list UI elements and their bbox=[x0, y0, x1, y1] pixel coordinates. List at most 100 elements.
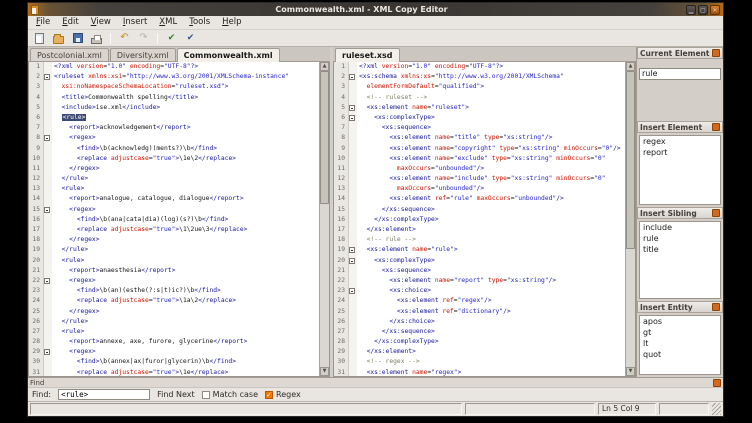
code-line[interactable]: 11 maxOccurs="unbounded"/> bbox=[334, 164, 625, 174]
fold-margin[interactable] bbox=[349, 245, 357, 255]
fold-collapse-icon[interactable] bbox=[349, 288, 355, 294]
code-line[interactable]: 27 </xs:sequence> bbox=[334, 327, 625, 337]
code-line[interactable]: 5 <include>ise.xml</include> bbox=[29, 103, 319, 113]
match-case-checkbox[interactable]: Match case bbox=[202, 390, 258, 399]
right-vertical-scrollbar[interactable]: ▲ ▼ bbox=[625, 62, 635, 376]
code-line[interactable]: 21 <xs:sequence> bbox=[334, 266, 625, 276]
code-line[interactable]: 12 <xs:element name="include" type="xs:s… bbox=[334, 174, 625, 184]
right-editor[interactable]: 1<?xml version="1.0" encoding="UTF-8"?>2… bbox=[333, 62, 636, 377]
fold-collapse-icon[interactable] bbox=[349, 247, 355, 253]
undo-button[interactable]: ↶ bbox=[116, 31, 133, 46]
fold-collapse-icon[interactable] bbox=[349, 115, 355, 121]
list-item[interactable]: title bbox=[640, 244, 720, 255]
menu-file[interactable]: File bbox=[30, 16, 56, 29]
code-line[interactable]: 2<ruleset xmlns:xsi="http://www.w3.org/2… bbox=[29, 72, 319, 82]
scroll-up-icon[interactable]: ▲ bbox=[320, 62, 329, 71]
fold-margin[interactable] bbox=[44, 72, 52, 82]
maximize-button[interactable]: ▢ bbox=[698, 5, 708, 15]
code-line[interactable]: 29 </xs:element> bbox=[334, 347, 625, 357]
code-line[interactable]: 1<?xml version="1.0" encoding="UTF-8"?> bbox=[29, 62, 319, 72]
code-line[interactable]: 18 <!-- rule --> bbox=[334, 235, 625, 245]
code-line[interactable]: 16 </xs:complexType> bbox=[334, 215, 625, 225]
code-line[interactable]: 29 <regex> bbox=[29, 347, 319, 357]
fold-collapse-icon[interactable] bbox=[44, 278, 50, 284]
code-line[interactable]: 9 <xs:element name="copyright" type="xs:… bbox=[334, 144, 625, 154]
code-line[interactable]: 10 <replace adjustcase="true">\1e\2</rep… bbox=[29, 154, 319, 164]
code-line[interactable]: 27 <rule> bbox=[29, 327, 319, 337]
code-line[interactable]: 4 <!-- ruleset --> bbox=[334, 93, 625, 103]
open-button[interactable] bbox=[50, 31, 67, 46]
code-line[interactable]: 2<xs:schema xmlns:xs="http://www.w3.org/… bbox=[334, 72, 625, 82]
menu-insert[interactable]: Insert bbox=[117, 16, 153, 29]
print-button[interactable] bbox=[88, 31, 105, 46]
code-line[interactable]: 20 <xs:complexType> bbox=[334, 256, 625, 266]
tab-diversity-xml[interactable]: Diversity.xml bbox=[110, 48, 176, 61]
code-line[interactable]: 9 <find>\b(acknowledg)(ments?)\b</find> bbox=[29, 144, 319, 154]
minimize-button[interactable]: ▁ bbox=[686, 5, 696, 15]
scroll-up-icon[interactable]: ▲ bbox=[626, 62, 635, 71]
code-line[interactable]: 3 elementFormDefault="qualified"> bbox=[334, 82, 625, 92]
code-line[interactable]: 24 <xs:element ref="regex"/> bbox=[334, 296, 625, 306]
find-input[interactable] bbox=[58, 389, 150, 400]
code-line[interactable]: 13 <rule> bbox=[29, 184, 319, 194]
scroll-down-icon[interactable]: ▼ bbox=[320, 367, 329, 376]
code-line[interactable]: 21 <report>anaesthesia</report> bbox=[29, 266, 319, 276]
fold-margin[interactable] bbox=[349, 256, 357, 266]
list-item[interactable]: report bbox=[640, 147, 720, 158]
fold-margin[interactable] bbox=[44, 133, 52, 143]
left-editor[interactable]: 1<?xml version="1.0" encoding="UTF-8"?>2… bbox=[28, 62, 330, 377]
code-line[interactable]: 15 <regex> bbox=[29, 205, 319, 215]
tab-ruleset-xsd[interactable]: ruleset.xsd bbox=[335, 48, 400, 62]
list-item[interactable]: regex bbox=[640, 136, 720, 147]
scroll-thumb[interactable] bbox=[626, 71, 635, 249]
code-line[interactable]: 22 <xs:element name="report" type="xs:st… bbox=[334, 276, 625, 286]
close-panel-icon[interactable] bbox=[712, 303, 720, 311]
close-button[interactable]: ✕ bbox=[710, 5, 720, 15]
redo-button[interactable]: ↷ bbox=[135, 31, 152, 46]
code-line[interactable]: 28 </xs:complexType> bbox=[334, 337, 625, 347]
code-line[interactable]: 10 <xs:element name="exclude" type="xs:s… bbox=[334, 154, 625, 164]
list-item[interactable]: include bbox=[640, 222, 720, 233]
fold-margin[interactable] bbox=[349, 103, 357, 113]
scroll-track[interactable] bbox=[626, 71, 635, 367]
checkbox-icon[interactable] bbox=[265, 391, 273, 399]
code-line[interactable]: 6 <rule> bbox=[29, 113, 319, 123]
fold-margin[interactable] bbox=[349, 286, 357, 296]
code-line[interactable]: 22 <regex> bbox=[29, 276, 319, 286]
check-well-formed-button[interactable]: ✔ bbox=[163, 31, 180, 46]
list-item[interactable]: quot bbox=[640, 349, 720, 360]
fold-collapse-icon[interactable] bbox=[44, 207, 50, 213]
code-line[interactable]: 28 <report>annexe, axe, furore, glycerin… bbox=[29, 337, 319, 347]
left-vertical-scrollbar[interactable]: ▲ ▼ bbox=[319, 62, 329, 376]
code-line[interactable]: 17 <replace adjustcase="true">\1\2ue\3</… bbox=[29, 225, 319, 235]
code-line[interactable]: 25 <xs:element ref="dictionary"/> bbox=[334, 307, 625, 317]
fold-collapse-icon[interactable] bbox=[349, 74, 355, 80]
code-line[interactable]: 3 xsi:noNamespaceSchemaLocation="ruleset… bbox=[29, 82, 319, 92]
code-line[interactable]: 23 <xs:choice> bbox=[334, 286, 625, 296]
code-line[interactable]: 20 <rule> bbox=[29, 256, 319, 266]
code-line[interactable]: 17 </xs:element> bbox=[334, 225, 625, 235]
save-button[interactable] bbox=[69, 31, 86, 46]
fold-margin[interactable] bbox=[44, 347, 52, 357]
checkbox-icon[interactable] bbox=[202, 391, 210, 399]
code-line[interactable]: 6 <xs:complexType> bbox=[334, 113, 625, 123]
close-panel-icon[interactable] bbox=[712, 49, 720, 57]
scroll-down-icon[interactable]: ▼ bbox=[626, 367, 635, 376]
fold-margin[interactable] bbox=[44, 276, 52, 286]
titlebar[interactable]: Commonwealth.xml - XML Copy Editor ▁ ▢ ✕ bbox=[28, 3, 723, 16]
code-line[interactable]: 14 <xs:element ref="rule" maxOccurs="unb… bbox=[334, 194, 625, 204]
menu-edit[interactable]: Edit bbox=[56, 16, 84, 29]
list-item[interactable]: gt bbox=[640, 327, 720, 338]
code-line[interactable]: 5 <xs:element name="ruleset"> bbox=[334, 103, 625, 113]
code-line[interactable]: 8 <regex> bbox=[29, 133, 319, 143]
menu-xml[interactable]: XML bbox=[153, 16, 183, 29]
list-item[interactable]: lt bbox=[640, 338, 720, 349]
code-line[interactable]: 1<?xml version="1.0" encoding="UTF-8"?> bbox=[334, 62, 625, 72]
code-line[interactable]: 26 </xs:choice> bbox=[334, 317, 625, 327]
scroll-thumb[interactable] bbox=[320, 71, 329, 204]
regex-checkbox[interactable]: Regex bbox=[265, 390, 301, 399]
code-line[interactable]: 15 </xs:sequence> bbox=[334, 205, 625, 215]
code-line[interactable]: 24 <replace adjustcase="true">\1a\2</rep… bbox=[29, 296, 319, 306]
find-next-button[interactable]: Find Next bbox=[157, 390, 195, 399]
close-panel-icon[interactable] bbox=[712, 209, 720, 217]
